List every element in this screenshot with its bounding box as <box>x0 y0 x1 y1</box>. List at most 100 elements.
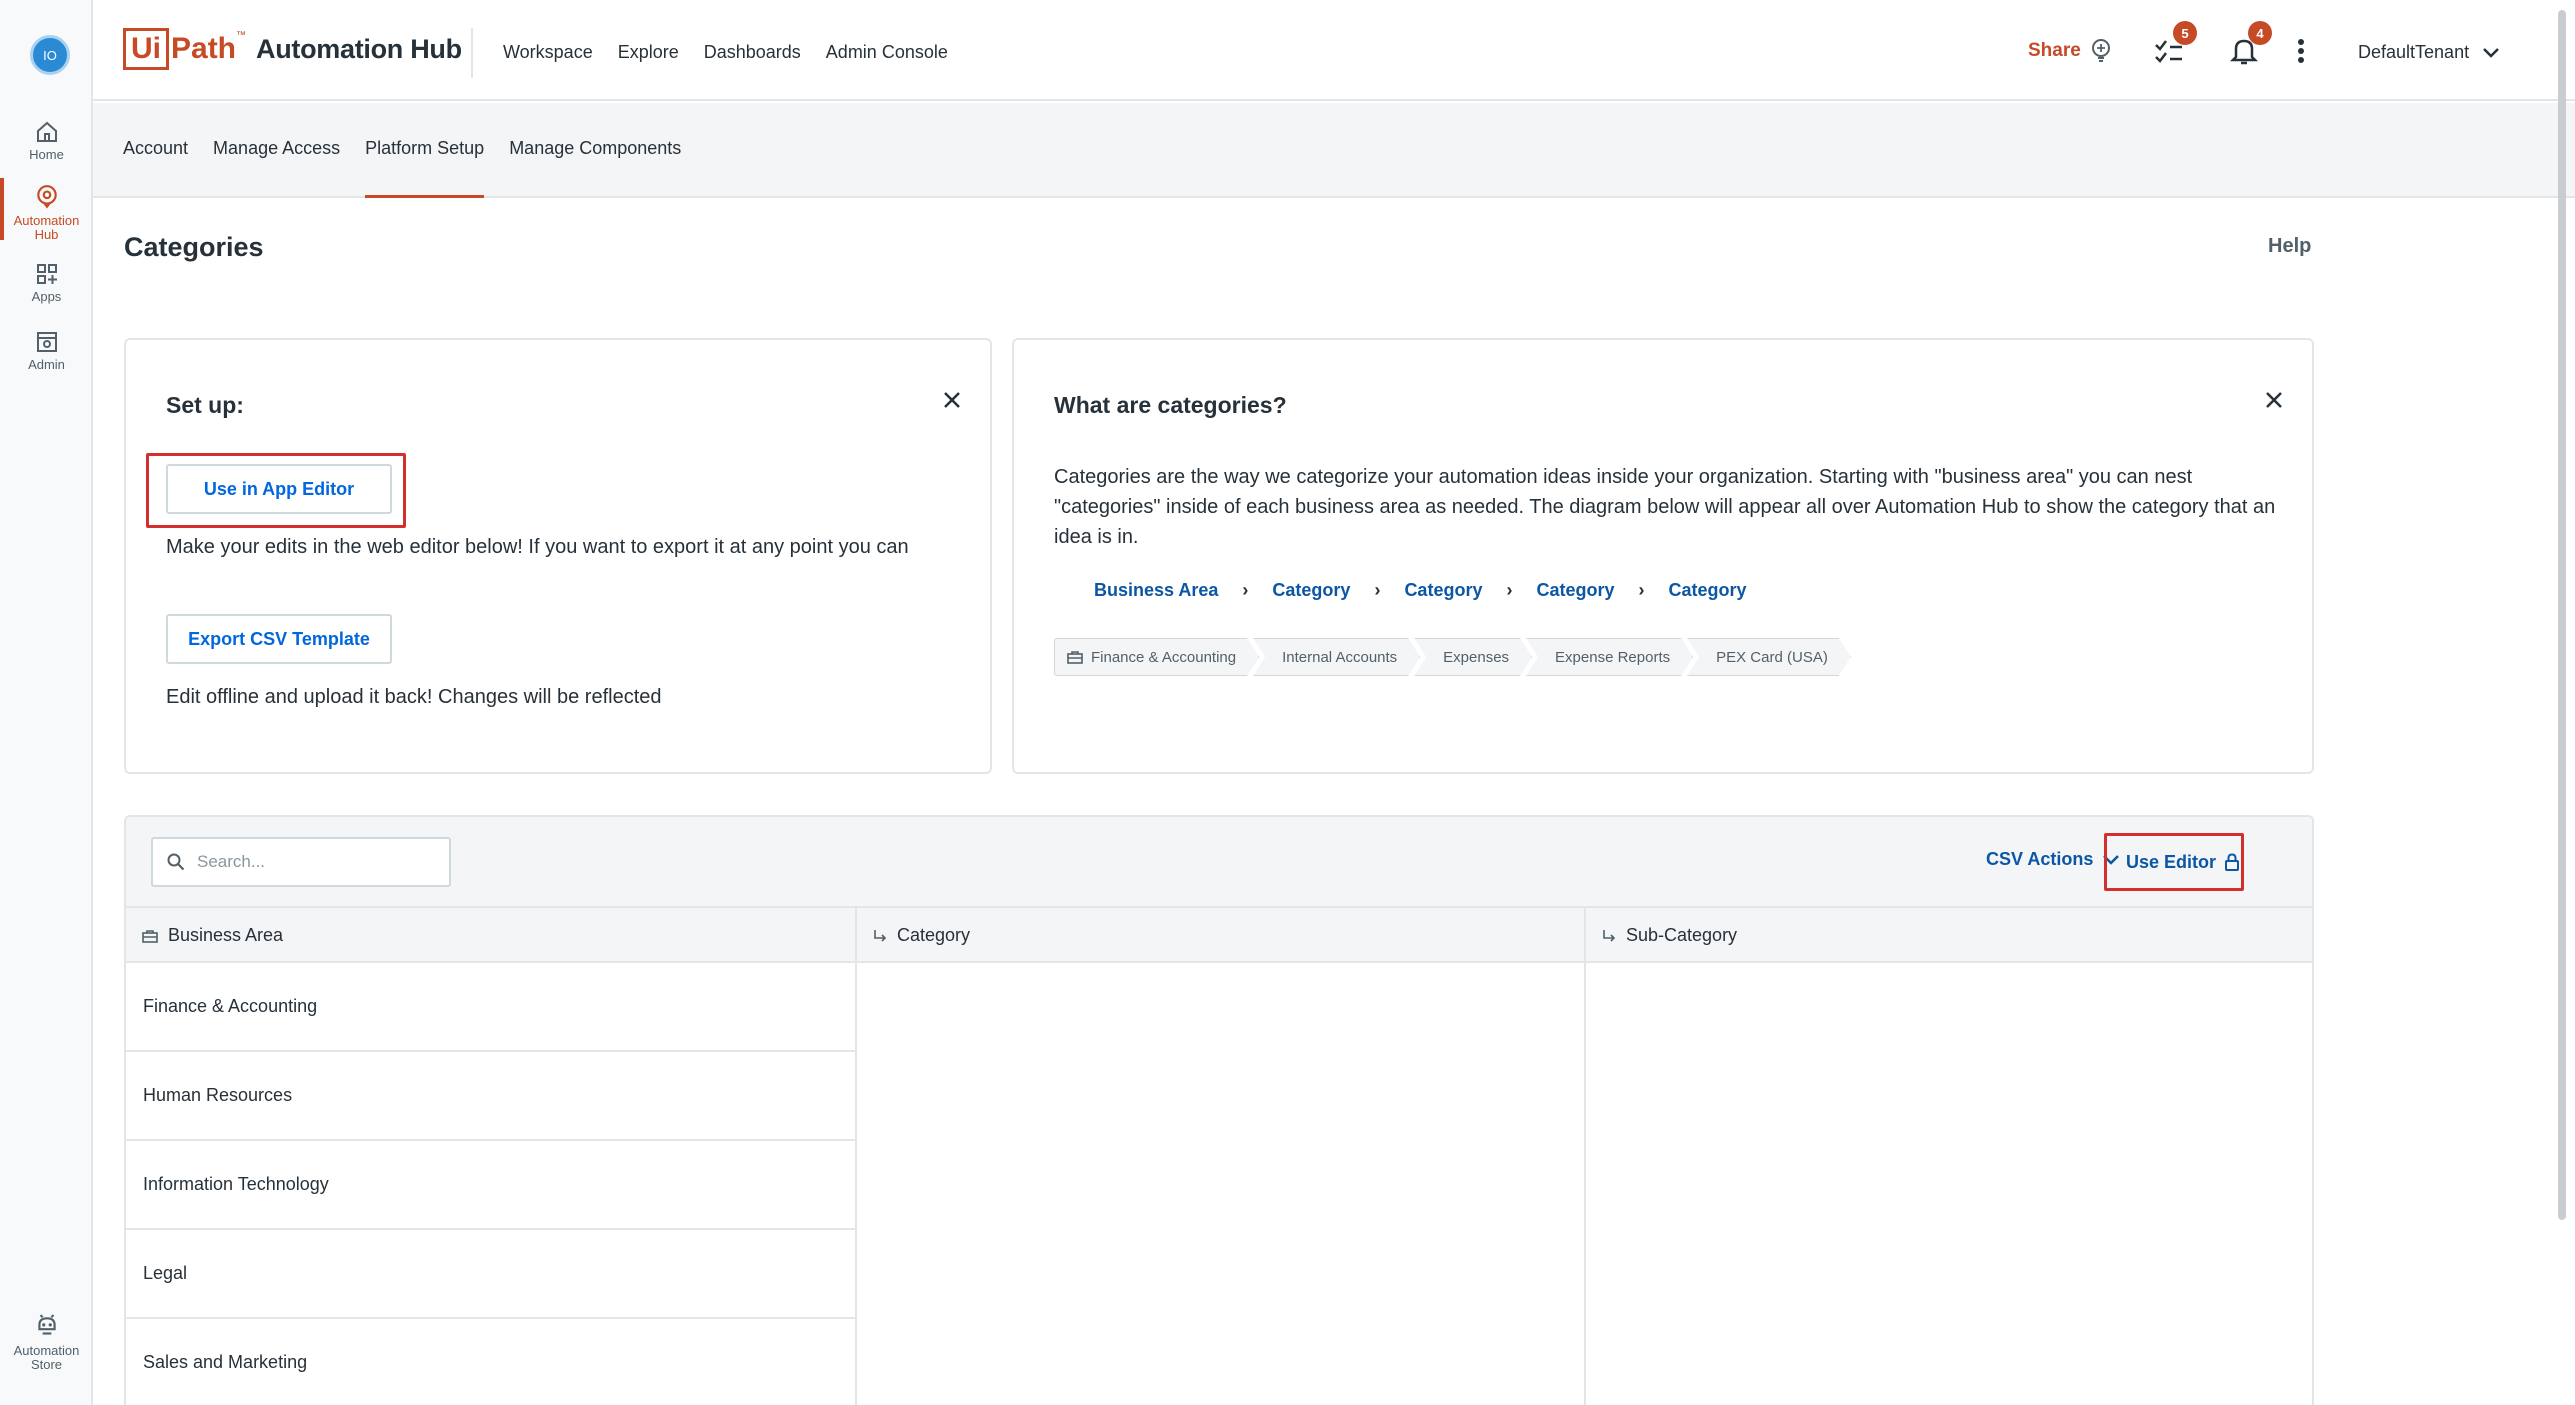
chip-label: PEX Card (USA) <box>1716 648 1828 666</box>
top-nav: Workspace Explore Dashboards Admin Conso… <box>503 42 948 63</box>
chevron-right-icon: › <box>1242 580 1249 600</box>
business-area-list: Finance & Accounting Human Resources Inf… <box>126 963 855 1405</box>
admin-icon <box>36 332 57 352</box>
export-description: Edit offline and upload it back! Changes… <box>166 686 662 708</box>
csv-actions-label: CSV Actions <box>1986 849 2094 869</box>
rail-item-label: Automation Hub <box>13 213 80 242</box>
column-divider <box>855 908 857 1405</box>
tab-manage-components[interactable]: Manage Components <box>509 103 681 198</box>
search-box[interactable] <box>151 837 451 887</box>
use-editor-label: Use Editor <box>2126 851 2217 872</box>
column-header-label: Business Area <box>168 925 284 945</box>
apps-icon <box>36 264 57 284</box>
table-row[interactable]: Legal <box>126 1230 855 1319</box>
use-in-app-editor-button[interactable]: Use in App Editor <box>166 464 392 514</box>
automation-hub-icon <box>36 185 57 209</box>
tab-platform-setup[interactable]: Platform Setup <box>365 103 485 198</box>
table-row[interactable]: Human Resources <box>126 1052 855 1141</box>
tab-manage-access[interactable]: Manage Access <box>213 103 340 198</box>
rail-item-label: Apps <box>31 289 62 304</box>
nav-explore[interactable]: Explore <box>618 42 679 63</box>
use-editor-button[interactable]: Use Editor <box>2116 843 2250 881</box>
categories-info-title: What are categories? <box>1054 392 1287 418</box>
chip-label: Expenses <box>1443 648 1510 666</box>
nav-dashboards[interactable]: Dashboards <box>704 42 801 63</box>
categories-description: Categories are the way we categorize you… <box>1054 466 2276 548</box>
app-editor-description: Make your edits in the web editor below!… <box>166 536 909 558</box>
close-icon[interactable] <box>2264 390 2284 410</box>
share-button[interactable]: Share <box>2028 38 2113 64</box>
column-header-business-area: Business Area <box>126 908 855 963</box>
left-rail: IO Home Automation Hub Apps Admin Automa… <box>0 0 93 1405</box>
top-bar: Ui Path ™ Automation Hub Workspace Explo… <box>93 0 2575 101</box>
share-label: Share <box>2028 40 2081 61</box>
csv-actions-dropdown[interactable]: CSV Actions <box>1986 849 2120 870</box>
table-header: Business Area Category Sub-Category <box>126 908 2312 963</box>
example-chip: Expenses <box>1414 638 1532 676</box>
rail-item-label: Automation Store <box>13 1343 80 1372</box>
chevron-down-icon <box>2483 47 2499 58</box>
example-chip: Finance & Accounting <box>1054 638 1259 676</box>
rail-item-automation-store[interactable]: Automation Store <box>0 1314 93 1372</box>
subdirectory-arrow-icon <box>874 929 887 942</box>
rail-item-automation-hub[interactable]: Automation Hub <box>0 178 93 242</box>
tenant-name: DefaultTenant <box>2358 42 2470 62</box>
rail-item-admin[interactable]: Admin <box>0 330 93 372</box>
table-row[interactable]: Finance & Accounting <box>126 963 855 1052</box>
help-link[interactable]: Help <box>2268 235 2311 258</box>
divider <box>471 28 473 78</box>
table-row[interactable]: Information Technology <box>126 1141 855 1230</box>
notifications-badge: 4 <box>2248 21 2272 45</box>
user-avatar[interactable]: IO <box>30 35 70 75</box>
logo-path: Path <box>171 32 237 65</box>
more-menu-button[interactable] <box>2293 35 2309 67</box>
hierarchy-category: Category <box>1536 580 1615 600</box>
rail-item-label: Home <box>29 147 64 162</box>
nav-workspace[interactable]: Workspace <box>503 42 593 63</box>
more-vertical-icon <box>2298 39 2304 63</box>
hierarchy-category: Category <box>1668 580 1747 600</box>
notifications-button[interactable]: 4 <box>2228 21 2272 67</box>
column-header-label: Category <box>897 925 971 945</box>
categories-table: CSV Actions Use Editor Business Area Cat… <box>124 815 2314 1405</box>
logo-ui: Ui <box>123 28 169 70</box>
setup-card-title: Set up: <box>166 392 244 418</box>
tenant-selector[interactable]: DefaultTenant <box>2358 42 2499 63</box>
example-chip: Expense Reports <box>1526 638 1693 676</box>
chevron-right-icon: › <box>1506 580 1513 600</box>
product-name: Automation Hub <box>256 33 462 64</box>
rail-item-apps[interactable]: Apps <box>0 262 93 304</box>
chip-label: Finance & Accounting <box>1091 648 1237 666</box>
page-scrollbar[interactable] <box>2558 10 2566 1220</box>
column-header-sub-category: Sub-Category <box>1586 908 2312 963</box>
example-category-path: Finance & Accounting Internal Accounts E… <box>1054 638 1845 676</box>
column-divider <box>1584 908 1586 1405</box>
hierarchy-category: Category <box>1272 580 1351 600</box>
hierarchy-business-area: Business Area <box>1094 580 1219 600</box>
uipath-logo[interactable]: Ui Path ™ Automation Hub <box>123 28 462 70</box>
sub-nav: Account Manage Access Platform Setup Man… <box>93 103 2575 198</box>
tasks-badge: 5 <box>2173 21 2197 45</box>
column-header-category: Category <box>857 908 1586 963</box>
hierarchy-category: Category <box>1404 580 1483 600</box>
nav-admin-console[interactable]: Admin Console <box>826 42 948 63</box>
tasks-button[interactable]: 5 <box>2153 21 2197 67</box>
lightbulb-icon <box>2091 39 2110 62</box>
table-row[interactable]: Sales and Marketing <box>126 1319 855 1405</box>
chevron-right-icon: › <box>1638 580 1645 600</box>
setup-card: Set up: Use in App Editor Make your edit… <box>124 338 992 774</box>
hierarchy-diagram: Business Area › Category › Category › Ca… <box>1094 580 1747 601</box>
close-icon[interactable] <box>942 390 962 410</box>
briefcase-icon <box>1067 650 1083 664</box>
tab-account[interactable]: Account <box>123 103 188 198</box>
search-input[interactable] <box>197 852 427 872</box>
chip-label: Internal Accounts <box>1282 648 1398 666</box>
rail-item-home[interactable]: Home <box>0 120 93 162</box>
example-chip: Internal Accounts <box>1253 638 1420 676</box>
home-icon <box>36 121 57 142</box>
search-icon <box>167 853 185 871</box>
export-csv-template-button[interactable]: Export CSV Template <box>166 614 392 664</box>
chevron-right-icon: › <box>1374 580 1381 600</box>
categories-info-card: What are categories? Categories are the … <box>1012 338 2314 774</box>
chip-label: Expense Reports <box>1555 648 1671 666</box>
